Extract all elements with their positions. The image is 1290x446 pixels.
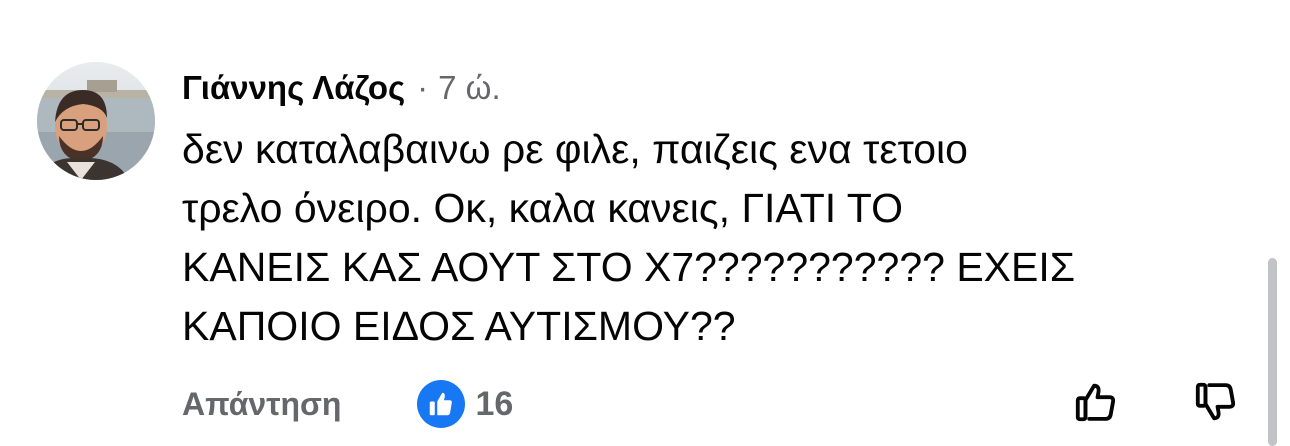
downvote-button[interactable]: [1190, 378, 1242, 430]
avatar[interactable]: [37, 62, 155, 180]
comment-text: δεν καταλαβαινω ρε φιλε, παιζεις ενα τετ…: [182, 126, 1076, 349]
header-separator: ·: [417, 69, 429, 106]
comment: Γιάννης Λάζος · 7 ώ. δεν καταλαβαινω ρε …: [0, 0, 1290, 446]
comment-timestamp[interactable]: 7 ώ.: [438, 69, 500, 107]
reactions-summary[interactable]: 16: [417, 380, 513, 428]
upvote-button[interactable]: [1070, 378, 1122, 430]
thumbs-down-outline-icon: [1193, 379, 1239, 430]
like-thumb-icon: [417, 380, 466, 428]
comment-header: Γιάννης Λάζος · 7 ώ.: [182, 64, 501, 112]
comment-actions: Απάντηση 16: [182, 380, 513, 428]
author-name[interactable]: Γιάννης Λάζος: [182, 69, 405, 107]
thumbs-up-outline-icon: [1073, 379, 1119, 430]
like-count: 16: [475, 384, 514, 423]
reply-button[interactable]: Απάντηση: [182, 386, 341, 423]
scrollbar[interactable]: [1268, 258, 1277, 446]
